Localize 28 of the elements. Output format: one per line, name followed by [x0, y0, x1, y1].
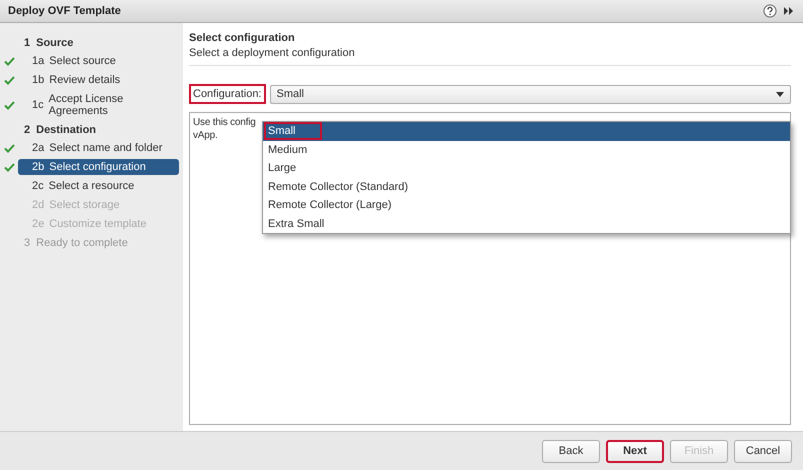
- step-item[interactable]: 2a Select name and folder: [18, 140, 179, 156]
- step-number: 2: [24, 124, 30, 136]
- page-title: Select configuration: [189, 32, 296, 44]
- help-icon[interactable]: [763, 4, 777, 18]
- configuration-label: Configuration:: [189, 84, 266, 104]
- step-label: Destination: [36, 124, 96, 136]
- expand-icon[interactable]: [783, 6, 795, 16]
- footer-button[interactable]: Back: [542, 440, 600, 462]
- step-number: 3: [24, 237, 30, 249]
- dropdown-option[interactable]: Medium: [264, 140, 312, 159]
- step-item[interactable]: 1b Review details: [18, 72, 179, 88]
- footer-button[interactable]: Cancel: [734, 440, 792, 462]
- step-number: 1: [24, 37, 30, 49]
- dropdown-option[interactable]: Remote Collector (Large): [264, 196, 396, 214]
- caret-icon[interactable]: [776, 92, 784, 96]
- step-label: Source: [36, 37, 74, 49]
- page-subtitle: Select a deployment configuration: [189, 47, 356, 59]
- dropdown-option[interactable]: Small: [264, 122, 322, 140]
- footer-button[interactable]: Next: [606, 440, 664, 462]
- configuration-dropdown[interactable]: Small: [270, 84, 791, 104]
- dropdown-option[interactable]: Large: [264, 159, 300, 178]
- step-item[interactable]: 2b Select configuration: [18, 159, 179, 175]
- step-item[interactable]: 2c Select a resource: [18, 178, 179, 194]
- window-title: Deploy OVF Template: [8, 5, 121, 17]
- dropdown-option[interactable]: Extra Small: [264, 214, 328, 233]
- step-item[interactable]: 1a Select source: [18, 53, 179, 69]
- dropdown-option[interactable]: Remote Collector (Standard): [264, 178, 412, 196]
- step-label: Ready to complete: [36, 237, 128, 249]
